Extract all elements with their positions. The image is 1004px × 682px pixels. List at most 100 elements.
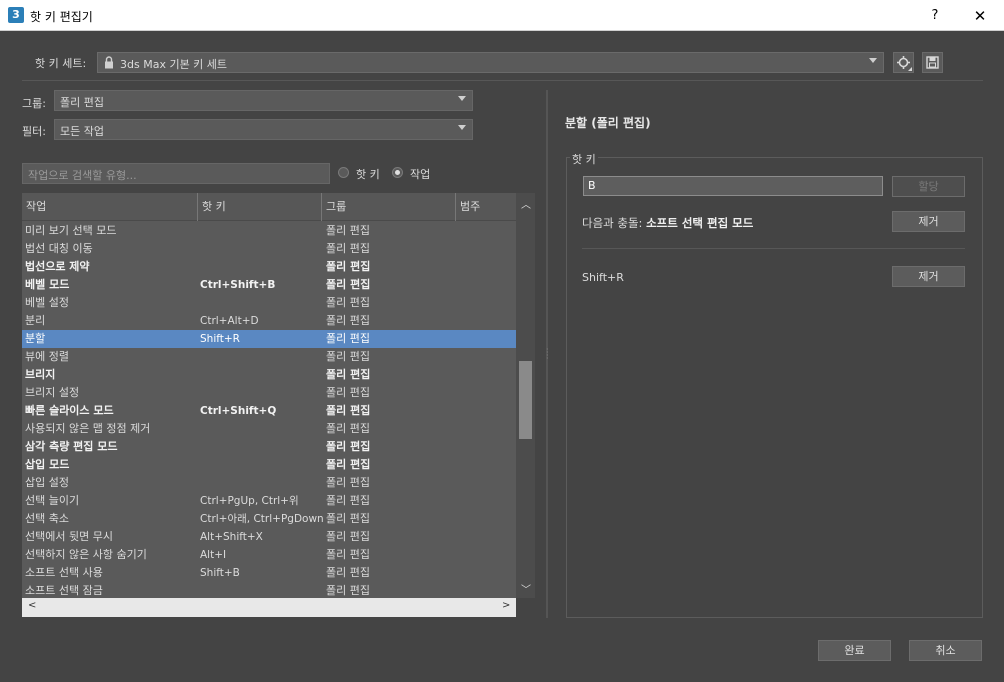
filter-value: 모든 작업 xyxy=(60,125,104,138)
table-cell-group: 폴리 편집 xyxy=(326,314,370,327)
scroll-right-icon[interactable]: > xyxy=(502,600,510,611)
table-row[interactable]: 선택 축소 Ctrl+아래, Ctrl+PgDown 폴리 편집 xyxy=(22,510,516,528)
table-row[interactable]: 뷰에 정렬 폴리 편집 xyxy=(22,348,516,366)
actions-table: 작업 핫 키 그룹 범주 미리 보기 선택 모드 폴리 편집 법선 대칭 이동 폴리 … xyxy=(22,193,516,598)
table-cell-action: 뷰에 정렬 xyxy=(25,350,69,363)
help-button[interactable]: ? xyxy=(918,5,952,27)
hotkey-input[interactable]: B xyxy=(583,176,883,196)
table-row[interactable]: 소프트 선택 사용 Shift+B 폴리 편집 xyxy=(22,564,516,582)
filter-label: 필터: xyxy=(22,125,46,138)
table-row[interactable]: 브리지 설정 폴리 편집 xyxy=(22,384,516,402)
table-cell-group: 폴리 편집 xyxy=(326,242,370,255)
hotkey-group-label: 핫 키 xyxy=(570,151,598,167)
filter-dropdown[interactable]: 모든 작업 xyxy=(54,119,473,140)
remove-conflict-button[interactable]: 제거 xyxy=(892,211,965,232)
scrollbar-thumb[interactable] xyxy=(519,361,532,439)
title-bar: 3 핫 키 편집기 ? ✕ xyxy=(0,0,1004,31)
group-dropdown[interactable]: 폴리 편집 xyxy=(54,90,473,111)
save-button[interactable] xyxy=(922,52,943,73)
table-cell-group: 폴리 편집 xyxy=(326,350,370,363)
table-cell-action: 삽입 설정 xyxy=(25,476,69,489)
radio-action[interactable] xyxy=(392,167,403,178)
table-cell-action: 베벨 모드 xyxy=(25,278,70,291)
table-cell-hotkey: Ctrl+PgUp, Ctrl+위 xyxy=(200,495,299,507)
divider xyxy=(582,248,965,249)
table-row[interactable]: 삼각 측량 편집 모드 폴리 편집 xyxy=(22,438,516,456)
group-value: 폴리 편집 xyxy=(60,96,104,109)
column-header-category[interactable]: 범주 xyxy=(456,193,516,221)
table-row[interactable]: 법선으로 제약 폴리 편집 xyxy=(22,258,516,276)
table-cell-action: 빠른 슬라이스 모드 xyxy=(25,404,114,417)
cancel-button[interactable]: 취소 xyxy=(909,640,982,661)
table-cell-group: 폴리 편집 xyxy=(326,260,371,273)
table-cell-hotkey: Ctrl+Shift+Q xyxy=(200,405,277,417)
table-cell-hotkey: Alt+Shift+X xyxy=(200,531,263,543)
vertical-scrollbar[interactable]: ︿ ﹀ xyxy=(516,193,535,598)
ok-button[interactable]: 완료 xyxy=(818,640,891,661)
group-label: 그룹: xyxy=(22,97,46,110)
table-cell-group: 폴리 편집 xyxy=(326,458,371,471)
assign-button[interactable]: 할당 xyxy=(892,176,965,197)
table-cell-group: 폴리 편집 xyxy=(326,440,371,453)
conflict-text: 다음과 충돌: 소프트 선택 편집 모드 xyxy=(582,215,753,231)
conflict-prefix: 다음과 충돌: xyxy=(582,216,643,230)
table-cell-group: 폴리 편집 xyxy=(326,476,370,489)
table-row[interactable]: 삽입 설정 폴리 편집 xyxy=(22,474,516,492)
table-row[interactable]: 소프트 선택 잠금 폴리 편집 xyxy=(22,582,516,598)
chevron-down-icon xyxy=(458,96,466,101)
table-cell-group: 폴리 편집 xyxy=(326,512,370,525)
hotkey-set-label: 핫 키 세트: xyxy=(35,57,87,70)
table-cell-action: 선택하지 않은 사항 숨기기 xyxy=(25,548,147,561)
hotkey-set-dropdown[interactable]: 3ds Max 기본 키 세트 xyxy=(97,52,884,73)
table-cell-action: 법선으로 제약 xyxy=(25,260,90,273)
table-cell-group: 폴리 편집 xyxy=(326,404,371,417)
scroll-down-icon[interactable]: ﹀ xyxy=(521,581,531,596)
lock-icon xyxy=(105,56,113,69)
table-row[interactable]: 미리 보기 선택 모드 폴리 편집 xyxy=(22,222,516,240)
table-row[interactable]: 빠른 슬라이스 모드 Ctrl+Shift+Q 폴리 편집 xyxy=(22,402,516,420)
table-cell-hotkey: Alt+I xyxy=(200,549,227,561)
table-row[interactable]: 삽입 모드 폴리 편집 xyxy=(22,456,516,474)
table-row[interactable]: 분리 Ctrl+Alt+D 폴리 편집 xyxy=(22,312,516,330)
settings-button[interactable] xyxy=(893,52,914,73)
scroll-left-icon[interactable]: < xyxy=(28,600,36,611)
table-cell-group: 폴리 편집 xyxy=(326,530,370,543)
table-row[interactable]: 베벨 설정 폴리 편집 xyxy=(22,294,516,312)
scroll-up-icon[interactable]: ︿ xyxy=(521,196,531,211)
table-row[interactable]: 분할 Shift+R 폴리 편집 xyxy=(22,330,516,348)
table-cell-group: 폴리 편집 xyxy=(326,566,370,579)
app-icon: 3 xyxy=(8,7,24,23)
column-header-hotkey[interactable]: 핫 키 xyxy=(198,193,322,221)
assigned-hotkey: Shift+R xyxy=(582,271,624,284)
table-row[interactable]: 베벨 모드 Ctrl+Shift+B 폴리 편집 xyxy=(22,276,516,294)
table-row[interactable]: 사용되지 않은 맵 정점 제거 폴리 편집 xyxy=(22,420,516,438)
table-row[interactable]: 브리지 폴리 편집 xyxy=(22,366,516,384)
column-header-action[interactable]: 작업 xyxy=(22,193,198,221)
table-row[interactable]: 선택에서 뒷면 무시 Alt+Shift+X 폴리 편집 xyxy=(22,528,516,546)
table-row[interactable]: 선택 늘이기 Ctrl+PgUp, Ctrl+위 폴리 편집 xyxy=(22,492,516,510)
search-input[interactable]: 작업으로 검색할 유형... xyxy=(22,163,330,184)
table-cell-action: 분할 xyxy=(25,332,46,345)
table-cell-action: 미리 보기 선택 모드 xyxy=(25,224,117,237)
table-row[interactable]: 선택하지 않은 사항 숨기기 Alt+I 폴리 편집 xyxy=(22,546,516,564)
radio-hotkey[interactable] xyxy=(338,167,349,178)
table-cell-action: 선택에서 뒷면 무시 xyxy=(25,530,113,543)
close-button[interactable]: ✕ xyxy=(960,5,1000,27)
splitter-grip-icon[interactable]: · · · · xyxy=(546,346,549,363)
column-header-group[interactable]: 그룹 xyxy=(322,193,456,221)
table-cell-action: 소프트 선택 사용 xyxy=(25,566,103,579)
table-cell-action: 선택 늘이기 xyxy=(25,494,80,507)
table-cell-group: 폴리 편집 xyxy=(326,224,370,237)
table-cell-action: 브리지 xyxy=(25,368,56,381)
gear-icon xyxy=(897,56,912,71)
remove-hotkey-button[interactable]: 제거 xyxy=(892,266,965,287)
table-cell-action: 삽입 모드 xyxy=(25,458,70,471)
table-cell-group: 폴리 편집 xyxy=(326,494,370,507)
hotkey-set-value: 3ds Max 기본 키 세트 xyxy=(120,58,228,71)
table-cell-action: 삼각 측량 편집 모드 xyxy=(25,440,118,453)
table-cell-action: 사용되지 않은 맵 정점 제거 xyxy=(25,422,151,435)
horizontal-scrollbar[interactable]: < > xyxy=(22,598,516,617)
table-row[interactable]: 법선 대칭 이동 폴리 편집 xyxy=(22,240,516,258)
table-cell-hotkey: Shift+B xyxy=(200,567,240,579)
table-cell-action: 브리지 설정 xyxy=(25,386,80,399)
